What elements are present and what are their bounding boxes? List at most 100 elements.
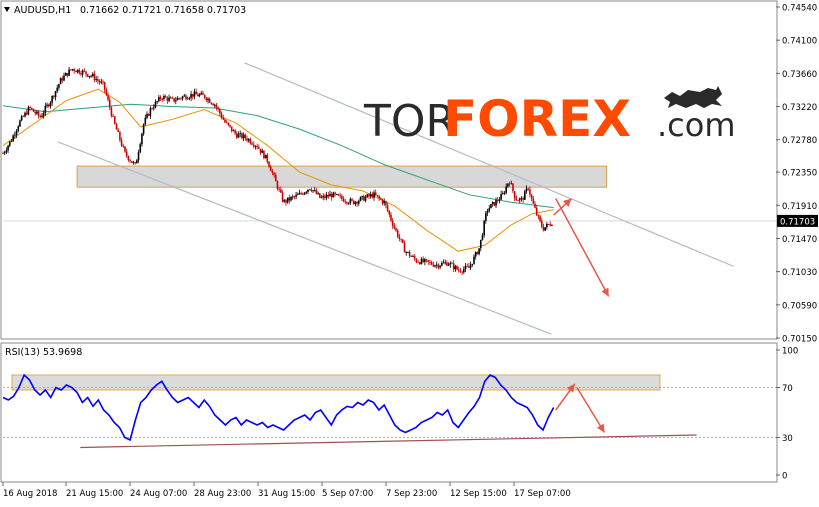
candle-body (251, 143, 253, 145)
candle-body (479, 239, 482, 249)
candle-body (190, 93, 192, 98)
candle-body (325, 194, 328, 198)
candle-body (86, 74, 89, 77)
candle-body (100, 81, 103, 83)
candle-body (427, 260, 430, 262)
candle-body (459, 270, 462, 272)
candle-body (105, 89, 108, 95)
candle-body (447, 264, 450, 266)
price-tick-label: 0.73660 (782, 70, 817, 80)
candle-body (502, 193, 504, 195)
candle-body (151, 108, 153, 110)
candle-body (73, 69, 75, 72)
candle-body (5, 150, 8, 153)
candle-body (280, 189, 282, 193)
candle-body (349, 199, 352, 204)
candle-body (22, 116, 25, 118)
candle-body (183, 95, 186, 97)
candle-body (363, 195, 365, 201)
candle-body (217, 107, 219, 110)
candle-body (129, 160, 131, 162)
candle-body (236, 133, 238, 138)
candle-body (264, 154, 267, 159)
candle-body (364, 197, 367, 201)
candle-body (17, 126, 20, 131)
candle-body (10, 141, 13, 143)
price-tick-label: 0.70590 (782, 301, 817, 311)
candle-body (329, 193, 331, 197)
candle-body (295, 194, 297, 197)
candle-body (85, 71, 87, 75)
candle-body (535, 207, 538, 216)
candle-body (307, 189, 309, 192)
candle-body (152, 107, 155, 109)
candle-body (163, 96, 165, 100)
candle-body (256, 146, 258, 148)
candle-body (269, 166, 272, 172)
candle-body (532, 198, 535, 204)
price-tick-label: 0.72780 (782, 136, 817, 146)
candle-body (371, 194, 374, 198)
time-tick-label: 24 Aug 07:00 (130, 489, 187, 499)
candle-body (366, 194, 369, 198)
candle-body (147, 113, 150, 116)
candle-body (244, 134, 247, 139)
price-tick-label: 0.72350 (782, 169, 817, 179)
candle-body (268, 161, 270, 167)
time-tick-label: 16 Aug 2018 (3, 489, 57, 499)
candle-body (408, 251, 411, 257)
candle-body (159, 97, 162, 100)
candle-body (449, 262, 452, 265)
candle-body (463, 269, 465, 273)
candle-body (127, 156, 130, 161)
candle-body (310, 189, 313, 192)
candle-body (112, 116, 114, 117)
candle-body (398, 236, 401, 239)
candle-body (302, 193, 304, 195)
candle-body (274, 175, 277, 182)
time-tick-label: 5 Sep 07:00 (322, 489, 373, 499)
time-tick-label: 31 Aug 15:00 (258, 489, 315, 499)
candle-body (51, 96, 53, 103)
candle-body (507, 183, 509, 187)
candle-body (485, 212, 487, 221)
candle-body (108, 99, 111, 108)
candle-body (312, 190, 314, 192)
candle-body (410, 256, 413, 257)
candle-body (246, 138, 248, 141)
candle-body (461, 271, 463, 273)
candle-body (278, 188, 280, 190)
candle-body (276, 181, 279, 189)
candle-body (488, 208, 491, 211)
candle-body (247, 139, 250, 141)
candle-body (76, 69, 79, 73)
candle-body (373, 192, 375, 198)
candle-body (546, 223, 548, 228)
candle-body (357, 200, 360, 204)
candle-body (210, 102, 213, 104)
candle-body (400, 238, 402, 240)
candle-body (413, 256, 416, 259)
candle-body (146, 113, 148, 118)
candle-body (520, 198, 523, 199)
candle-body (124, 146, 126, 152)
candle-body (64, 72, 67, 76)
candle-body (115, 123, 118, 130)
candle-body (437, 264, 440, 268)
candle-body (144, 117, 147, 125)
candle-body (186, 98, 189, 100)
candle-body (141, 133, 143, 145)
candle-body (61, 78, 64, 81)
candle-body (337, 194, 340, 196)
candle-body (213, 104, 216, 106)
candle-body (490, 204, 492, 209)
candle-body (241, 133, 243, 139)
candle-body (527, 188, 530, 190)
candle-body (271, 171, 274, 173)
candle-body (522, 198, 524, 200)
candle-body (168, 97, 170, 101)
candle-body (464, 265, 467, 270)
candle-body (390, 214, 392, 221)
candle-body (354, 201, 357, 205)
candle-body (37, 111, 40, 116)
